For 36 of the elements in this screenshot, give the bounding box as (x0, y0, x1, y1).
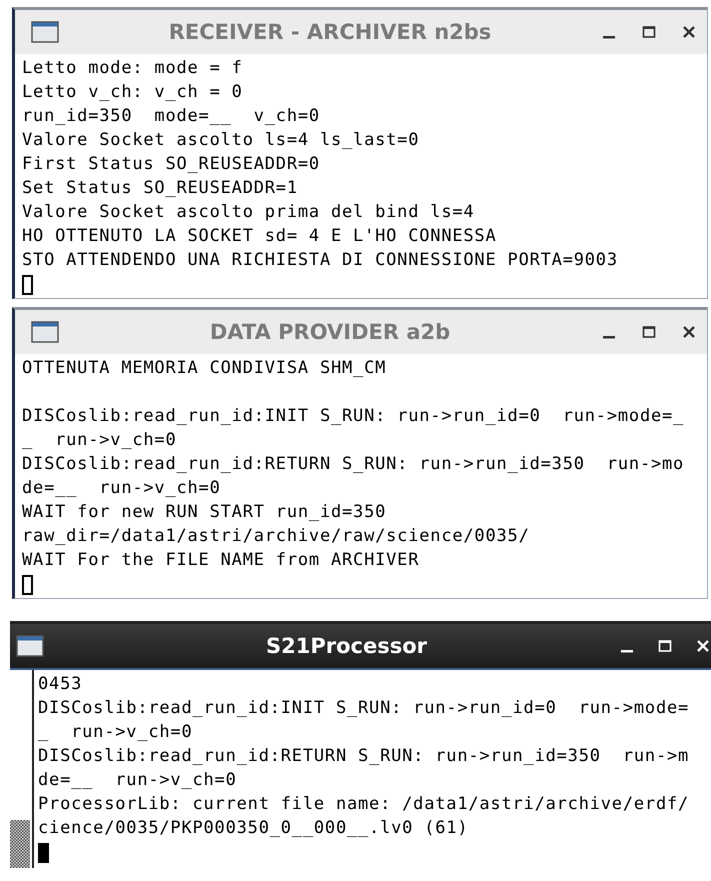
terminal-line: Valore Socket ascolto prima del bind ls=4 (22, 201, 476, 224)
maximize-icon[interactable] (657, 638, 673, 654)
close-icon[interactable] (681, 24, 697, 40)
terminal-line: DISCoslib:read_run_id:INIT S_RUN: run->run_id=0 run->mode=_ (22, 405, 686, 428)
close-icon[interactable] (681, 324, 697, 340)
terminal-line: OTTENUTA MEMORIA CONDIVISA SHM_CM (22, 357, 388, 380)
terminal-line: WAIT For the FILE NAME from ARCHIVER (22, 549, 420, 572)
terminal-line: de=__ run->v_ch=0 (22, 477, 222, 500)
terminal-line: _ run->v_ch=0 (38, 721, 194, 744)
terminal-line: de=__ run->v_ch=0 (38, 769, 238, 792)
terminal-line: ProcessorLib: current file name: /data1/astri/archive/erdf/ (38, 793, 690, 816)
window-icon (31, 20, 59, 44)
maximize-icon[interactable] (641, 24, 657, 40)
window-icon (16, 634, 44, 658)
window-title: RECEIVER - ARCHIVER n2bs (168, 20, 492, 44)
terminal-line: STO ATTENDENDO UNA RICHIESTA DI CONNESSIONE PORTA=9003 (22, 249, 619, 272)
terminal-line: run_id=350 mode=__ v_ch=0 (22, 105, 321, 128)
window-icon (31, 320, 59, 344)
terminal-line: Letto v_ch: v_ch = 0 (22, 81, 244, 104)
window-title: DATA PROVIDER a2b (208, 320, 452, 344)
maximize-icon[interactable] (641, 324, 657, 340)
window-title: S21Processor (265, 634, 428, 658)
terminal-line: DISCoslib:read_run_id:RETURN S_RUN: run->run_id=350 run->m (38, 745, 690, 768)
terminal-line: Set Status SO_REUSEADDR=1 (22, 177, 299, 200)
terminal-line: DISCoslib:read_run_id:RETURN S_RUN: run->run_id=350 run->mo (22, 453, 686, 476)
terminal-line: Letto mode: mode = f (22, 57, 244, 80)
terminal-line: First Status SO_REUSEADDR=0 (22, 153, 321, 176)
terminal-line: cience/0035/PKP000350_0__000__.lv0 (61) (38, 817, 470, 840)
terminal-line: DISCoslib:read_run_id:INIT S_RUN: run->run_id=0 run->mode= (38, 697, 690, 720)
terminal-line: raw_dir=/data1/astri/archive/raw/science/0035/ (22, 525, 531, 548)
terminal-line: Valore Socket ascolto ls=4 ls_last=0 (22, 129, 420, 152)
scrollbar-thumb[interactable] (10, 820, 30, 868)
terminal-line: HO OTTENUTO LA SOCKET sd= 4 E L'HO CONNESSA (22, 225, 498, 248)
terminal-line: _ run->v_ch=0 (22, 429, 178, 452)
terminal-line: 0453 (38, 673, 84, 696)
terminal-line: WAIT for new RUN START run_id=350 (22, 501, 388, 524)
